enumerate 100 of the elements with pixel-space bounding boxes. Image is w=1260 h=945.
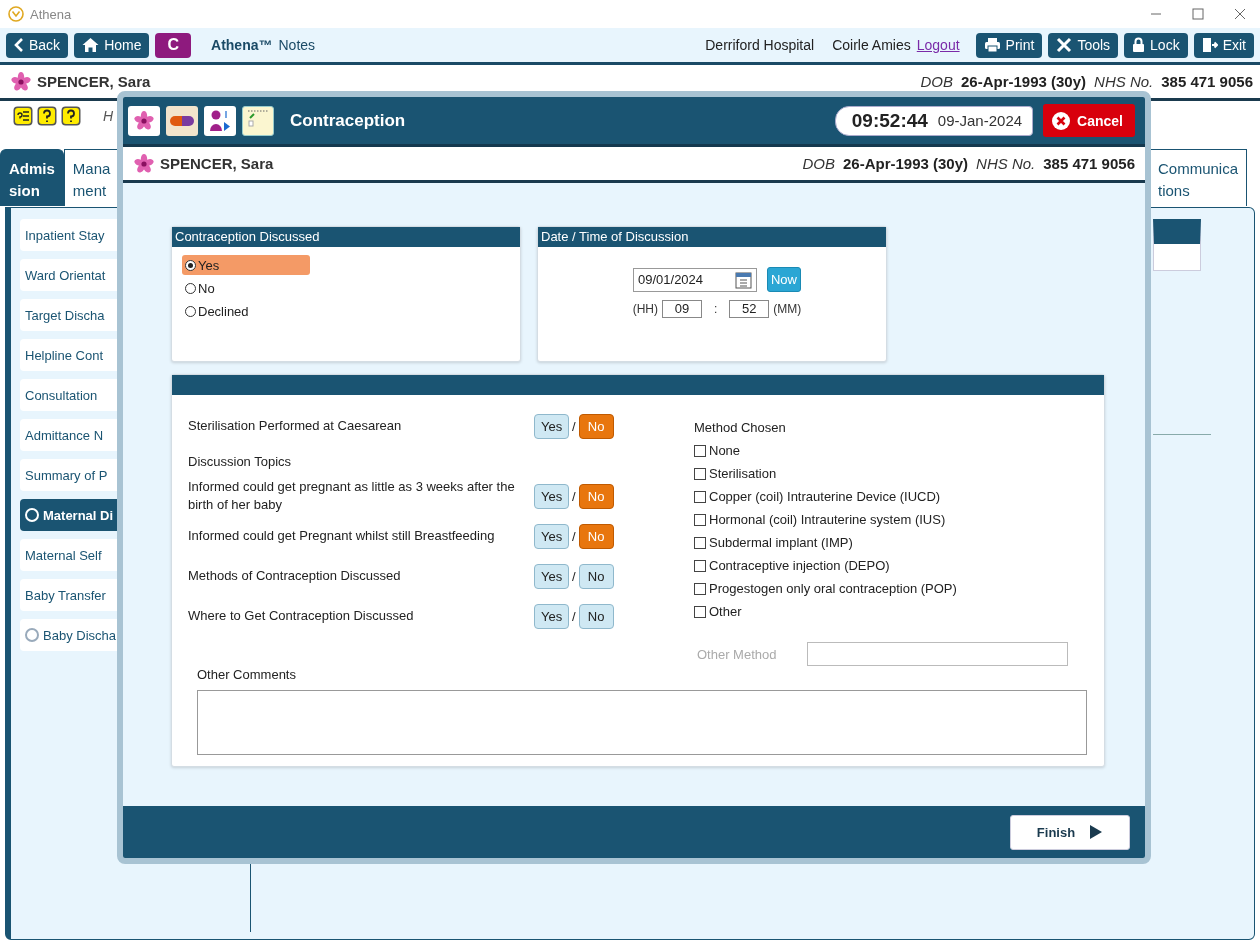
flower-icon [134, 153, 154, 174]
letter-button[interactable]: C [155, 32, 192, 58]
lock-button[interactable]: Lock [1124, 32, 1188, 58]
lock-icon [1132, 37, 1146, 53]
capsule-icon[interactable] [166, 105, 198, 136]
radio-option[interactable]: Declined [182, 301, 310, 321]
current-date: 09-Jan-2024 [937, 112, 1023, 129]
card-title: Date / Time of Discussion [538, 227, 886, 247]
dob-value: 26-Apr-1993 (30y) [843, 155, 969, 172]
print-button[interactable]: Print [975, 32, 1043, 58]
sidebar-item[interactable]: Admittance N [20, 419, 117, 451]
slash-separator: / [572, 528, 576, 544]
home-icon [82, 37, 100, 53]
sidebar-item[interactable]: Baby Discha [20, 619, 117, 651]
dob-value: 26-Apr-1993 (30y) [961, 73, 1087, 90]
cancel-button[interactable]: Cancel [1043, 104, 1135, 137]
radio-option[interactable]: Yes [182, 255, 310, 275]
back-button[interactable]: Back [6, 32, 69, 58]
tools-button[interactable]: Tools [1048, 32, 1119, 58]
slash-separator: / [572, 608, 576, 624]
sidebar-item[interactable]: Consultation [20, 379, 117, 411]
comments-field[interactable] [197, 690, 1087, 755]
radio-option[interactable]: No [182, 278, 310, 298]
play-icon [1089, 824, 1104, 840]
method-checkbox[interactable]: None [694, 439, 1068, 462]
method-checkbox[interactable]: Other [694, 600, 1068, 623]
answer-toggle[interactable]: Yes [534, 483, 569, 509]
question-text: Informed could get Pregnant whilst still Breastfeeding [188, 527, 496, 545]
sidebar-item[interactable]: Maternal Di [20, 499, 117, 531]
sidebar-item[interactable]: Ward Orientat [20, 259, 117, 291]
method-checkbox[interactable]: Copper (coil) Intrauterine Device (IUCD) [694, 485, 1068, 508]
dob-label: DOB [802, 155, 835, 172]
section-heading: Discussion Topics [188, 452, 293, 471]
flower-icon[interactable] [128, 105, 160, 136]
patient-name: SPENCER, Sara [37, 73, 151, 90]
sidebar-item[interactable]: Baby Transfer [20, 579, 117, 611]
home-button[interactable]: Home [74, 32, 150, 58]
method-checkbox[interactable]: Hormonal (coil) Intrauterine system (IUS) [694, 508, 1068, 531]
minute-field[interactable]: 52 [729, 300, 770, 318]
slash-separator: / [572, 418, 576, 434]
tab[interactable]: Mana ment [63, 149, 120, 206]
date-field[interactable]: 09/01/2024 [633, 267, 757, 292]
answer-toggle[interactable]: Yes [534, 603, 569, 629]
sidebar-item[interactable]: Summary of P [20, 459, 117, 491]
help-icon[interactable] [37, 106, 57, 126]
other-method-label: Other Method [697, 646, 778, 662]
tab[interactable]: Communica tions [1148, 149, 1247, 206]
question-text: Where to Get Contraception Discussed [188, 607, 415, 625]
hint-text: H [103, 108, 114, 124]
user-name: Coirle Amies [832, 37, 911, 53]
window-title: Athena [30, 6, 72, 22]
app-name: Notes [278, 37, 316, 53]
card-title: Contraception Discussed [172, 227, 520, 247]
answer-toggle[interactable]: No [578, 603, 614, 629]
sidebar-item[interactable]: Inpatient Stay [20, 219, 117, 251]
question-text: Informed could get pregnant as little as 3 weeks after the birth of her baby [188, 478, 516, 514]
nhs-label: NHS No. [976, 155, 1036, 172]
answer-toggle[interactable]: No [578, 563, 614, 589]
logout-link[interactable]: Logout [916, 37, 960, 53]
patient-name: SPENCER, Sara [160, 155, 274, 172]
hour-label: (HH) [632, 302, 658, 316]
finish-button[interactable]: Finish [1010, 814, 1130, 850]
dialog-title: Contraception [290, 110, 406, 131]
slash-separator: / [572, 488, 576, 504]
nhs-number: 385 471 9056 [1161, 73, 1253, 90]
method-checkbox[interactable]: Subdermal implant (IMP) [694, 531, 1068, 554]
method-checkbox[interactable]: Contraceptive injection (DEPO) [694, 554, 1068, 577]
question-text: Methods of Contraception Discussed [188, 567, 402, 585]
time-separator: : [714, 302, 718, 316]
answer-toggle[interactable]: Yes [534, 563, 569, 589]
close-circle-icon [1051, 110, 1072, 131]
nhs-label: NHS No. [1094, 73, 1154, 90]
flower-icon [11, 71, 31, 92]
maximize-icon[interactable] [1192, 8, 1204, 20]
comments-label: Other Comments [197, 667, 297, 682]
method-checkbox[interactable]: Sterilisation [694, 462, 1068, 485]
answer-toggle[interactable]: Yes [534, 413, 569, 439]
tab[interactable]: Admis sion [0, 149, 64, 206]
sidebar-item[interactable]: Maternal Self [20, 539, 117, 571]
current-time: 09:52:44 [851, 109, 928, 132]
method-heading: Method Chosen [694, 420, 787, 435]
method-checkbox[interactable]: Progestogen only oral contraception (POP) [694, 577, 1068, 600]
answer-toggle[interactable]: Yes [534, 523, 569, 549]
table-header-bar [1153, 219, 1201, 271]
other-method-field[interactable] [807, 642, 1068, 666]
close-icon[interactable] [1234, 8, 1246, 20]
sidebar-item[interactable]: Target Discha [20, 299, 117, 331]
hour-field[interactable]: 09 [662, 300, 702, 318]
help-icon[interactable] [61, 106, 81, 126]
exit-icon [1201, 37, 1218, 53]
question-text: Sterilisation Performed at Caesarean [188, 417, 403, 435]
calendar-icon[interactable] [735, 270, 752, 289]
owl-logo-icon [8, 6, 24, 22]
exit-button[interactable]: Exit [1193, 32, 1254, 58]
printer-icon [983, 37, 1001, 53]
help-list-icon[interactable] [13, 106, 33, 126]
slash-separator: / [572, 568, 576, 584]
notepad-icon[interactable] [242, 105, 274, 136]
sidebar-item[interactable]: Helpline Cont [20, 339, 117, 371]
brand-name: Athena™ [211, 37, 273, 53]
